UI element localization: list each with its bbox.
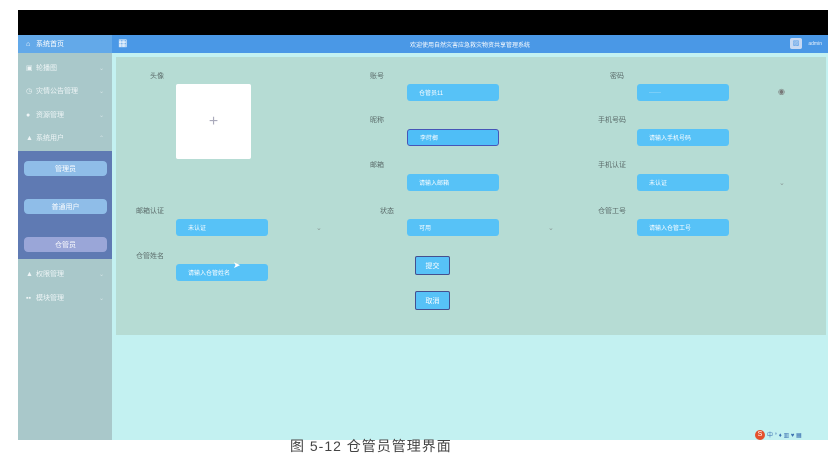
status-select[interactable]: 可用 [407,219,499,236]
sidebar-item-label: 资源管理 [36,112,64,119]
submit-button[interactable]: 提交 [415,256,450,275]
avatar[interactable]: ▨ [790,38,802,49]
cancel-button[interactable]: 取消 [415,291,450,310]
phone-verify-label: 手机认证 [598,162,626,169]
chevron-down-icon: ⌄ [98,65,104,72]
plus-icon: + [208,112,219,130]
sidebar-item-label: 模块管理 [36,295,64,302]
password-label: 密码 [610,73,624,80]
chevron-down-icon: ⌄ [98,295,104,302]
sidebar-item-permissions[interactable]: ▲ 权限管理 ⌄ [18,265,112,283]
staff-no-input[interactable]: 请输入仓管工号 [637,219,729,236]
user-icon: ▲ [26,270,33,278]
grid-icon: ▪▪ [26,294,31,302]
eye-icon[interactable]: ◉ [778,87,785,96]
nickname-input[interactable]: 李莳榔 [407,129,499,146]
user-icon: ▲ [26,134,33,142]
staff-name-input[interactable]: 请输入仓管姓名 [176,264,268,281]
chevron-down-icon: ⌄ [316,225,322,232]
password-input[interactable]: ······ [637,84,729,101]
avatar-upload[interactable]: + [176,84,251,159]
header-bar: ▦ 欢迎使用自然灾害应急救灾物资共享管理系统 ▨ admin [112,35,828,53]
sidebar-item-label: 轮播图 [36,65,57,72]
nickname-label: 昵称 [370,117,384,124]
chevron-down-icon: ⌄ [98,271,104,278]
phone-label: 手机号码 [598,117,626,124]
chevron-up-icon: ⌃ [98,135,104,142]
user-name[interactable]: admin [808,41,822,47]
sidebar-item-label: 灾情公告管理 [36,88,78,95]
chevron-down-icon: ⌄ [98,112,104,119]
submenu-panel: 管理员 普通用户 仓管员 [18,151,112,259]
email-label: 邮箱 [370,162,384,169]
phone-verify-select[interactable]: 未认证 [637,174,729,191]
status-label: 状态 [380,208,394,215]
submenu-item-normal-user[interactable]: 普通用户 [24,199,107,214]
sidebar-item-carousel[interactable]: ▣ 轮播图 ⌄ [18,59,112,77]
avatar-label: 头像 [150,73,164,80]
staff-no-label: 仓管工号 [598,208,626,215]
account-label: 账号 [370,73,384,80]
chevron-down-icon: ⌄ [98,88,104,95]
sidebar-item-label: 系统首页 [36,41,64,48]
account-input[interactable]: 仓管员11 [407,84,499,101]
sidebar-item-resources[interactable]: ● 资源管理 ⌄ [18,106,112,124]
chevron-down-icon: ⌄ [548,225,554,232]
email-input[interactable]: 请输入邮箱 [407,174,499,191]
figure-caption: 图 5-12 仓管员管理界面 [290,438,452,454]
home-icon: ⌂ [26,40,31,48]
submenu-item-admin[interactable]: 管理员 [24,161,107,176]
sidebar-item-label: 系统用户 [36,135,64,142]
clock-icon: ◷ [26,88,33,95]
sidebar-item-home[interactable]: ⌂ 系统首页 [18,35,112,53]
submenu-item-warehouse-staff[interactable]: 仓管员 [24,237,107,252]
phone-input[interactable]: 请输入手机号码 [637,129,729,146]
sidebar-item-announcements[interactable]: ◷ 灾情公告管理 ⌄ [18,82,112,100]
email-verify-label: 邮箱认证 [136,208,164,215]
sidebar-item-system-users[interactable]: ▲ 系统用户 ⌃ [18,129,112,147]
sidebar-item-modules[interactable]: ▪▪ 模块管理 ⌄ [18,289,112,307]
staff-name-label: 仓管姓名 [136,253,164,260]
pin-icon: ● [26,111,31,119]
ime-toolbar-icons[interactable]: 中 ° ♦ ▥ ♥ ▦ [767,430,802,439]
sidebar: ⌂ 系统首页 ▣ 轮播图 ⌄ ◷ 灾情公告管理 ⌄ ● 资源管理 ⌄ ▲ 系统用… [18,35,112,440]
chevron-down-icon: ⌄ [779,180,785,187]
top-black-bar [18,10,828,35]
page-title: 欢迎使用自然灾害应急救灾物资共享管理系统 [409,43,530,49]
ime-tray: S 中 ° ♦ ▥ ♥ ▦ [755,429,802,440]
sogou-icon[interactable]: S [755,429,765,440]
image-icon: ▣ [26,65,33,72]
sidebar-item-label: 权限管理 [36,271,64,278]
email-verify-select[interactable]: 未认证 [176,219,268,236]
cursor-icon: ➤ [233,260,241,270]
